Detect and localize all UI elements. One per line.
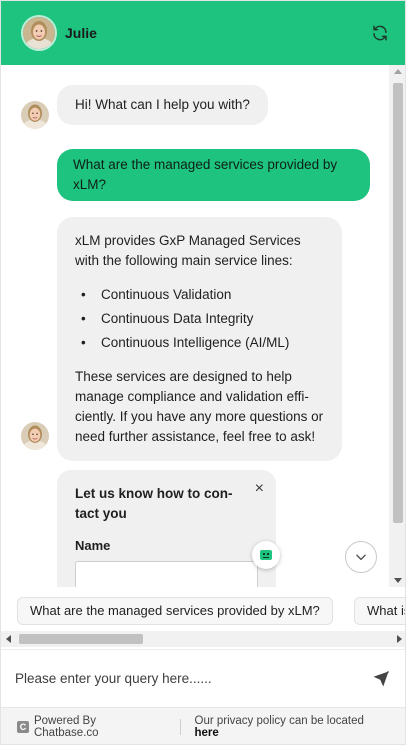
suggestion-chip[interactable]: What is — [354, 597, 405, 625]
powered-by-link[interactable]: C Powered By Chatbase.co — [17, 715, 164, 739]
assistant-message: xLM provides GxP Managed Services with t… — [57, 217, 342, 461]
message-composer — [1, 649, 405, 707]
chatbase-logo-icon: C — [17, 721, 29, 733]
list-item: Continuous Intelligence (AI/ML) — [81, 333, 324, 353]
message-list: Hi! What can I help you with? What are t… — [1, 65, 389, 587]
agent-avatar-small — [21, 101, 49, 129]
agent-name: Julie — [65, 25, 97, 41]
assistant-message: Hi! What can I help you with? — [57, 85, 268, 125]
send-icon[interactable] — [371, 669, 391, 689]
user-message: What are the managed services provided b… — [57, 149, 370, 201]
agent-avatar-small — [21, 422, 49, 450]
scrollbar-thumb[interactable] — [19, 634, 143, 644]
scroll-right-arrow[interactable] — [397, 635, 402, 643]
widget-footer: C Powered By Chatbase.co Our privacy pol… — [1, 707, 405, 744]
bot-icon[interactable] — [252, 541, 280, 569]
scroll-left-arrow[interactable] — [6, 635, 11, 643]
query-input[interactable] — [15, 671, 371, 686]
horizontal-scrollbar[interactable] — [1, 631, 405, 647]
close-icon[interactable]: × — [255, 480, 264, 498]
message-outro: These services are designed to help mana… — [75, 369, 324, 444]
list-item: Continuous Data Integrity — [81, 309, 324, 329]
privacy-notice: Our privacy policy can be located here — [195, 715, 392, 739]
scroll-down-button[interactable] — [345, 541, 377, 573]
chevron-down-icon — [356, 554, 366, 561]
refresh-icon[interactable] — [369, 22, 391, 44]
privacy-link[interactable]: here — [195, 727, 219, 739]
scrollbar-thumb[interactable] — [393, 83, 403, 523]
chat-widget: Julie Hi! What can I help you with? What… — [0, 0, 406, 745]
service-list: Continuous Validation Continuous Data In… — [81, 285, 324, 353]
contact-form: Let us know how to con-tact you × Name — [57, 470, 276, 587]
name-label: Name — [75, 538, 111, 553]
privacy-text: Our privacy policy can be located — [194, 715, 364, 727]
vertical-scrollbar[interactable] — [389, 65, 405, 587]
agent-avatar — [21, 15, 57, 51]
suggestion-chip[interactable]: What are the managed services provided b… — [17, 597, 333, 625]
contact-form-title: Let us know how to con-tact you — [75, 486, 233, 521]
message-intro: xLM provides GxP Managed Services with t… — [75, 233, 301, 268]
scroll-down-arrow[interactable] — [394, 578, 402, 583]
powered-by-text: Powered By Chatbase.co — [33, 715, 99, 739]
name-field[interactable] — [75, 561, 258, 587]
chat-header: Julie — [1, 1, 405, 65]
scroll-up-arrow[interactable] — [394, 69, 402, 74]
list-item: Continuous Validation — [81, 285, 324, 305]
divider — [179, 719, 181, 735]
